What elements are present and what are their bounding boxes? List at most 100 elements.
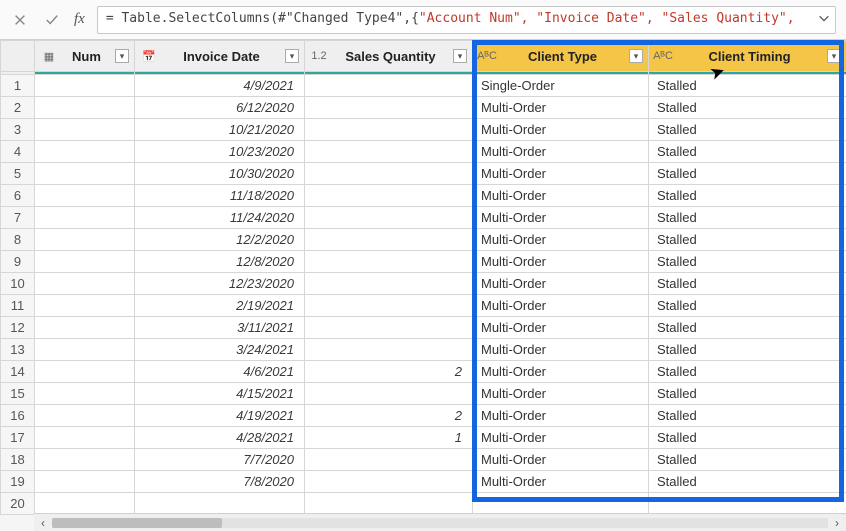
- table-row[interactable]: 112/19/2021Multi-OrderStalled: [1, 295, 846, 317]
- row-number[interactable]: 8: [1, 229, 35, 251]
- cell-num[interactable]: [35, 251, 135, 273]
- cell-client-type[interactable]: [473, 493, 649, 515]
- cell-client-type[interactable]: Multi-Order: [473, 361, 649, 383]
- row-number[interactable]: 16: [1, 405, 35, 427]
- cell-num[interactable]: [35, 339, 135, 361]
- accept-formula-button[interactable]: [42, 10, 62, 30]
- horizontal-scrollbar[interactable]: ‹ ›: [34, 513, 846, 531]
- cell-client-type[interactable]: Multi-Order: [473, 97, 649, 119]
- filter-button[interactable]: ▾: [453, 49, 467, 63]
- row-number[interactable]: 5: [1, 163, 35, 185]
- cell-invoice-date[interactable]: 7/8/2020: [135, 471, 305, 493]
- cell-sales-quantity[interactable]: [305, 471, 473, 493]
- table-row[interactable]: 310/21/2020Multi-OrderStalled: [1, 119, 846, 141]
- column-header-num[interactable]: ▦ Num ▾: [35, 41, 135, 72]
- cell-client-type[interactable]: Multi-Order: [473, 427, 649, 449]
- scroll-thumb[interactable]: [52, 518, 222, 528]
- row-number[interactable]: 18: [1, 449, 35, 471]
- cell-client-type[interactable]: Multi-Order: [473, 339, 649, 361]
- cell-client-type[interactable]: Multi-Order: [473, 207, 649, 229]
- cell-sales-quantity[interactable]: 2: [305, 405, 473, 427]
- cell-client-timing[interactable]: Stalled: [649, 75, 846, 97]
- cell-client-timing[interactable]: Stalled: [649, 97, 846, 119]
- row-number[interactable]: 1: [1, 75, 35, 97]
- cell-invoice-date[interactable]: 6/12/2020: [135, 97, 305, 119]
- cell-client-type[interactable]: Multi-Order: [473, 163, 649, 185]
- cell-num[interactable]: [35, 163, 135, 185]
- cell-sales-quantity[interactable]: [305, 229, 473, 251]
- scroll-left-button[interactable]: ‹: [34, 514, 52, 531]
- column-header-sales-quantity[interactable]: 1.2 Sales Quantity ▾: [305, 41, 473, 72]
- cell-client-timing[interactable]: Stalled: [649, 295, 846, 317]
- table-row[interactable]: 510/30/2020Multi-OrderStalled: [1, 163, 846, 185]
- cell-sales-quantity[interactable]: [305, 163, 473, 185]
- cell-invoice-date[interactable]: [135, 493, 305, 515]
- table-row[interactable]: 611/18/2020Multi-OrderStalled: [1, 185, 846, 207]
- cell-num[interactable]: [35, 119, 135, 141]
- filter-button[interactable]: ▾: [115, 49, 129, 63]
- cell-client-type[interactable]: Multi-Order: [473, 405, 649, 427]
- table-row[interactable]: 2 6/12/2020 Multi-OrderStalled: [1, 97, 846, 119]
- cell-invoice-date[interactable]: 11/18/2020: [135, 185, 305, 207]
- row-number[interactable]: 9: [1, 251, 35, 273]
- cell-invoice-date[interactable]: 12/2/2020: [135, 229, 305, 251]
- cell-sales-quantity[interactable]: [305, 207, 473, 229]
- cell-client-timing[interactable]: Stalled: [649, 229, 846, 251]
- row-number[interactable]: 7: [1, 207, 35, 229]
- row-number[interactable]: 6: [1, 185, 35, 207]
- cell-client-timing[interactable]: Stalled: [649, 383, 846, 405]
- cell-num[interactable]: [35, 427, 135, 449]
- cell-client-timing[interactable]: Stalled: [649, 449, 846, 471]
- cell-invoice-date[interactable]: 10/21/2020: [135, 119, 305, 141]
- table-row[interactable]: 187/7/2020Multi-OrderStalled: [1, 449, 846, 471]
- cell-num[interactable]: [35, 449, 135, 471]
- cell-invoice-date[interactable]: 11/24/2020: [135, 207, 305, 229]
- cell-client-timing[interactable]: Stalled: [649, 273, 846, 295]
- table-row[interactable]: 812/2/2020Multi-OrderStalled: [1, 229, 846, 251]
- cell-client-timing[interactable]: Stalled: [649, 207, 846, 229]
- table-row[interactable]: 7 11/24/2020 Multi-OrderStalled: [1, 207, 846, 229]
- filter-button[interactable]: ▾: [629, 49, 643, 63]
- cell-client-timing[interactable]: Stalled: [649, 361, 846, 383]
- cell-invoice-date[interactable]: 4/15/2021: [135, 383, 305, 405]
- table-row[interactable]: 410/23/2020Multi-OrderStalled: [1, 141, 846, 163]
- cell-client-type[interactable]: Multi-Order: [473, 185, 649, 207]
- column-header-client-timing[interactable]: AᴮC Client Timing ▾: [649, 41, 846, 72]
- cell-num[interactable]: [35, 229, 135, 251]
- cell-num[interactable]: [35, 295, 135, 317]
- cell-invoice-date[interactable]: 2/19/2021: [135, 295, 305, 317]
- cell-client-timing[interactable]: Stalled: [649, 339, 846, 361]
- cell-client-timing[interactable]: Stalled: [649, 405, 846, 427]
- filter-button[interactable]: ▾: [285, 49, 299, 63]
- cell-sales-quantity[interactable]: [305, 449, 473, 471]
- cell-sales-quantity[interactable]: [305, 119, 473, 141]
- cell-client-type[interactable]: Multi-Order: [473, 317, 649, 339]
- cell-client-timing[interactable]: Stalled: [649, 251, 846, 273]
- table-row[interactable]: 154/15/2021Multi-OrderStalled: [1, 383, 846, 405]
- cell-invoice-date[interactable]: 4/9/2021: [135, 75, 305, 97]
- cell-client-timing[interactable]: Stalled: [649, 119, 846, 141]
- cell-client-timing[interactable]: Stalled: [649, 427, 846, 449]
- cell-invoice-date[interactable]: 12/23/2020: [135, 273, 305, 295]
- cell-num[interactable]: [35, 75, 135, 97]
- cell-invoice-date[interactable]: 10/30/2020: [135, 163, 305, 185]
- cell-sales-quantity[interactable]: [305, 383, 473, 405]
- cell-invoice-date[interactable]: 3/24/2021: [135, 339, 305, 361]
- row-number[interactable]: 2: [1, 97, 35, 119]
- cell-client-timing[interactable]: [649, 493, 846, 515]
- row-number[interactable]: 3: [1, 119, 35, 141]
- row-number[interactable]: 13: [1, 339, 35, 361]
- row-number[interactable]: 4: [1, 141, 35, 163]
- cell-num[interactable]: [35, 207, 135, 229]
- table-row[interactable]: 912/8/2020Multi-OrderStalled: [1, 251, 846, 273]
- cell-client-timing[interactable]: Stalled: [649, 141, 846, 163]
- cell-sales-quantity[interactable]: [305, 493, 473, 515]
- row-number[interactable]: 10: [1, 273, 35, 295]
- cell-sales-quantity[interactable]: [305, 75, 473, 97]
- cell-client-type[interactable]: Multi-Order: [473, 449, 649, 471]
- cell-invoice-date[interactable]: 12/8/2020: [135, 251, 305, 273]
- table-row[interactable]: 13 3/24/2021 Multi-OrderStalled: [1, 339, 846, 361]
- formula-input[interactable]: = Table.SelectColumns(#"Changed Type4",{…: [97, 6, 836, 34]
- cancel-formula-button[interactable]: [10, 10, 30, 30]
- cell-sales-quantity[interactable]: 2: [305, 361, 473, 383]
